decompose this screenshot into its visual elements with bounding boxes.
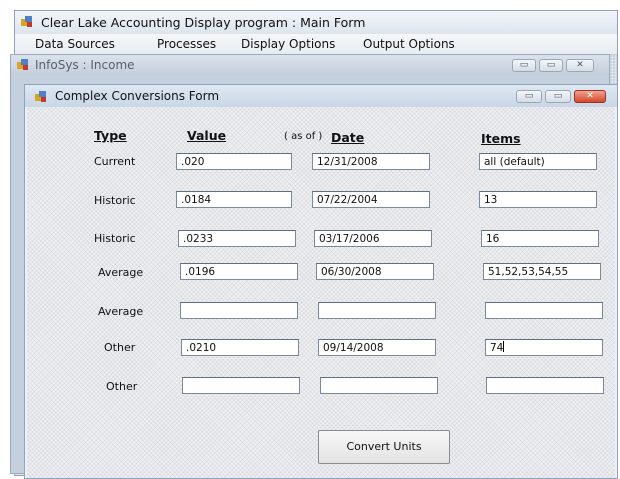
text-caret xyxy=(503,341,505,352)
form-maximize-button[interactable]: ▭ xyxy=(545,90,571,103)
row-type-label: Historic xyxy=(94,232,136,245)
header-type: Type xyxy=(94,128,127,143)
close-icon: ✕ xyxy=(586,91,594,101)
row-type-label: Other xyxy=(106,380,138,393)
header-as-of: ( as of ) xyxy=(284,131,323,142)
form-minimize-button[interactable]: ▭ xyxy=(516,90,542,103)
value-input[interactable]: .0196 xyxy=(180,263,298,280)
form-close-button[interactable]: ✕ xyxy=(574,90,606,103)
items-input-text: 74 xyxy=(490,342,504,354)
close-icon: ✕ xyxy=(576,60,584,70)
form-window-title: Complex Conversions Form xyxy=(55,89,220,103)
row-type-label: Other xyxy=(104,341,136,354)
date-input[interactable]: 09/14/2008 xyxy=(318,339,436,356)
row-type-label: Historic xyxy=(94,194,136,207)
date-input[interactable]: 06/30/2008 xyxy=(316,263,434,280)
menu-output-options[interactable]: Output Options xyxy=(363,37,455,51)
items-input[interactable]: all (default) xyxy=(479,153,597,170)
infosys-maximize-button[interactable]: ▭ xyxy=(539,59,563,72)
app-icon xyxy=(21,16,32,27)
header-items: Items xyxy=(481,131,521,146)
maximize-icon: ▭ xyxy=(546,60,556,70)
items-input[interactable]: 16 xyxy=(481,230,599,247)
value-input[interactable]: .020 xyxy=(176,153,292,170)
row-type-label: Average xyxy=(98,305,144,318)
infosys-title-bar[interactable]: InfoSys : Income ▭ ▭ ✕ xyxy=(11,55,609,75)
date-input[interactable]: 12/31/2008 xyxy=(312,153,430,170)
maximize-icon: ▭ xyxy=(553,91,563,101)
menu-processes[interactable]: Processes xyxy=(157,37,216,51)
items-input[interactable]: 13 xyxy=(479,191,597,208)
value-input[interactable]: .0184 xyxy=(176,191,292,208)
main-window-title: Clear Lake Accounting Display program : … xyxy=(41,15,366,30)
date-input[interactable] xyxy=(318,302,436,319)
menu-display-options[interactable]: Display Options xyxy=(241,37,335,51)
row-type-label: Average xyxy=(98,266,144,279)
items-input[interactable]: 51,52,53,54,55 xyxy=(483,263,601,280)
header-date: Date xyxy=(331,130,365,145)
infosys-window-icon xyxy=(17,59,28,70)
minimize-icon: ▭ xyxy=(519,60,529,70)
value-input[interactable]: .0210 xyxy=(181,339,299,356)
infosys-close-button[interactable]: ✕ xyxy=(566,59,594,72)
header-value: Value xyxy=(187,128,227,143)
minimize-icon: ▭ xyxy=(524,91,534,101)
form-window-icon xyxy=(35,91,46,102)
complex-conversions-window: Complex Conversions Form ▭ ▭ ✕ xyxy=(24,84,618,479)
items-input[interactable] xyxy=(486,377,604,394)
items-input[interactable] xyxy=(485,302,603,319)
convert-units-button[interactable]: Convert Units xyxy=(318,430,450,464)
date-input[interactable] xyxy=(320,377,438,394)
menu-bar: Data Sources Processes Display Options O… xyxy=(15,34,617,55)
row-type-label: Current xyxy=(94,155,136,168)
date-input[interactable]: 07/22/2004 xyxy=(312,191,430,208)
value-input[interactable]: .0233 xyxy=(178,230,296,247)
infosys-minimize-button[interactable]: ▭ xyxy=(512,59,536,72)
infosys-window-title: InfoSys : Income xyxy=(35,58,135,72)
items-input[interactable]: 74 xyxy=(485,339,603,356)
form-title-bar[interactable]: Complex Conversions Form ▭ ▭ ✕ xyxy=(25,85,617,107)
value-input[interactable] xyxy=(180,302,298,319)
menu-data-sources[interactable]: Data Sources xyxy=(35,37,115,51)
date-input[interactable]: 03/17/2006 xyxy=(314,230,432,247)
value-input[interactable] xyxy=(182,377,300,394)
main-title-bar[interactable]: Clear Lake Accounting Display program : … xyxy=(15,11,617,33)
